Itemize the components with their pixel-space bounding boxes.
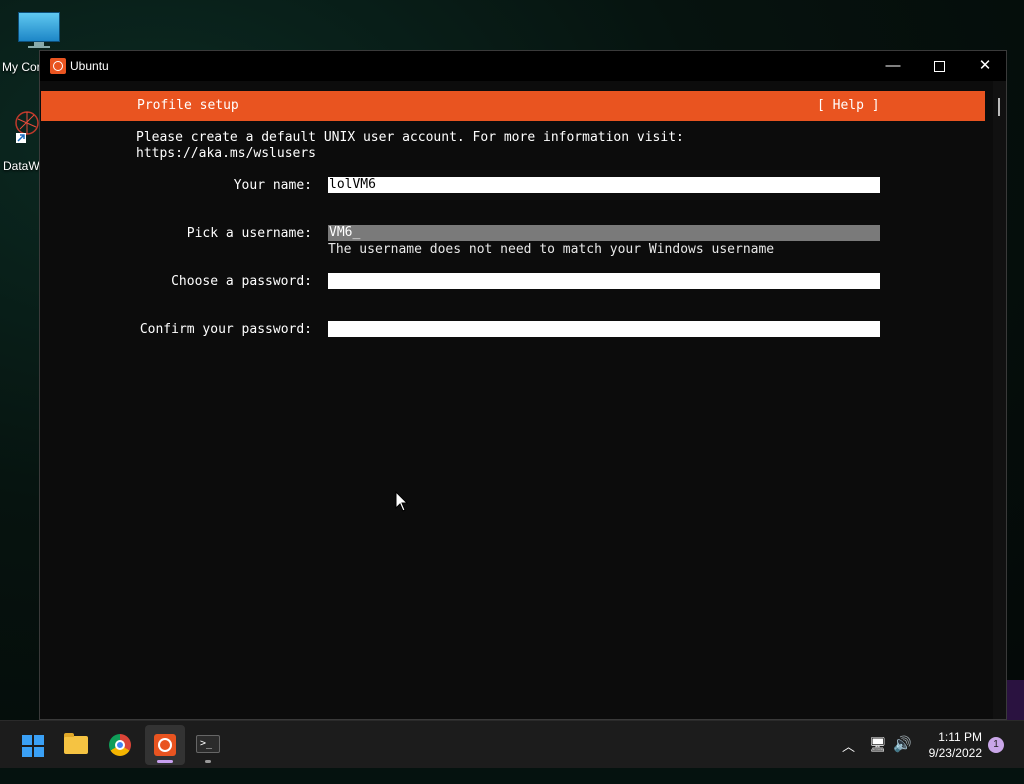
- taskbar: >_ ︿ 🖥 🔊 1:11 PM 9/23/2022 1: [0, 720, 1024, 768]
- desktop-wallpaper-accent: [1004, 680, 1024, 720]
- start-button[interactable]: [12, 725, 52, 765]
- taskbar-terminal[interactable]: >_: [188, 725, 228, 765]
- running-indicator: [205, 760, 211, 763]
- folder-icon: [64, 733, 88, 754]
- windows-logo-icon: [22, 735, 44, 757]
- volume-icon[interactable]: 🔊: [893, 735, 912, 783]
- taskbar-file-explorer[interactable]: [56, 725, 96, 765]
- taskbar-ubuntu[interactable]: [145, 725, 185, 765]
- taskbar-chrome[interactable]: [100, 725, 140, 765]
- confirm-password-label: Confirm your password:: [139, 322, 312, 337]
- desktop-icon-label: My Cor: [2, 60, 41, 74]
- close-button[interactable]: ✕: [962, 51, 1008, 81]
- your-name-label: Your name:: [233, 178, 312, 193]
- monitor-icon: [18, 12, 60, 42]
- ubuntu-icon: [154, 734, 176, 756]
- your-name-field[interactable]: lolVM6: [328, 177, 880, 193]
- clock-time: 1:11 PM: [938, 730, 982, 744]
- show-hidden-icons-button[interactable]: ︿: [842, 736, 858, 784]
- help-button[interactable]: [ Help ]: [817, 98, 880, 113]
- window-titlebar[interactable]: Ubuntu — ✕: [40, 51, 1006, 81]
- clock-date: 9/23/2022: [928, 746, 982, 760]
- scrollbar[interactable]: [993, 81, 1006, 719]
- active-indicator: [157, 760, 173, 763]
- password-label: Choose a password:: [171, 274, 312, 289]
- username-field[interactable]: VM6_: [328, 225, 880, 241]
- password-field[interactable]: [328, 273, 880, 289]
- app-shortcut-icon: [15, 111, 39, 143]
- maximize-button[interactable]: [916, 51, 962, 81]
- confirm-password-field[interactable]: [328, 321, 880, 337]
- clock[interactable]: 1:11 PM 9/23/2022: [918, 729, 982, 761]
- network-icon[interactable]: 🖥: [869, 736, 887, 784]
- terminal-icon: >_: [196, 735, 220, 753]
- installer-header: Profile setup [ Help ]: [41, 91, 985, 121]
- notification-badge[interactable]: 1: [988, 737, 1004, 753]
- maximize-icon: [933, 60, 945, 72]
- username-label: Pick a username:: [186, 226, 312, 241]
- intro-text: Please create a default UNIX user accoun…: [136, 130, 684, 145]
- chrome-icon: [109, 734, 131, 756]
- ubuntu-window: Ubuntu — ✕ Profile setup [ Help ] Please…: [39, 50, 1007, 720]
- intro-link: https://aka.ms/wslusers: [136, 146, 317, 161]
- scrollbar-thumb[interactable]: [998, 98, 1000, 116]
- desktop-icon-label: DataW: [3, 159, 40, 173]
- minimize-button[interactable]: —: [870, 51, 916, 81]
- username-hint: The username does not need to match your…: [328, 242, 775, 257]
- mouse-cursor-icon: [395, 491, 409, 512]
- window-title: Ubuntu: [70, 59, 109, 73]
- ubuntu-icon: [50, 58, 66, 74]
- page-title: Profile setup: [137, 98, 239, 113]
